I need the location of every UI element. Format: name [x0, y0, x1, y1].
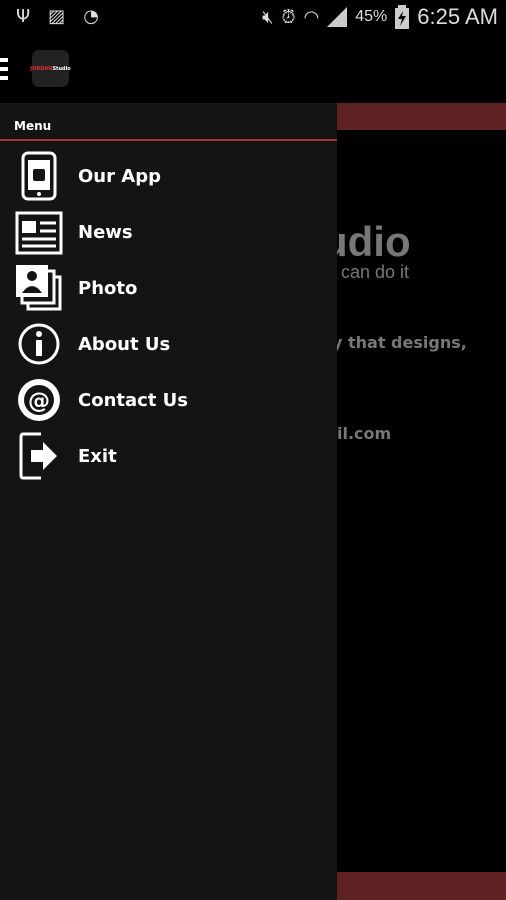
alarm-icon: ⏰︎ [281, 6, 296, 27]
info-icon [13, 318, 65, 370]
image-icon: ▨ [48, 6, 66, 27]
menu-item-photo[interactable]: Photo [0, 260, 337, 316]
menu-item-contact-us[interactable]: @ Contact Us [0, 372, 337, 428]
menu-item-label: About Us [78, 333, 171, 355]
logo-text: JORDAN [30, 65, 53, 72]
wifi-icon: ◠ [303, 6, 320, 27]
svg-text:@: @ [28, 389, 50, 414]
wifi-question-icon: ◔ [83, 6, 99, 27]
clock: 6:25 AM [417, 4, 498, 29]
menu-item-label: Our App [78, 165, 161, 187]
content-body: y that designs, [332, 333, 467, 352]
photos-icon [13, 262, 65, 314]
app-bar: JORDAN Studio [0, 36, 506, 103]
at-sign-icon: @ [13, 374, 65, 426]
mute-icon: 🔇︎ [262, 6, 274, 27]
logo-text-studio: Studio [52, 65, 71, 72]
menu-item-label: Photo [78, 277, 138, 299]
menu-icon[interactable] [0, 58, 8, 80]
menu-item-label: News [78, 221, 133, 243]
navigation-drawer: Menu Our App News Photo About Us @ Conta… [0, 103, 337, 900]
app-logo[interactable]: JORDAN Studio [30, 50, 71, 87]
menu-item-label: Exit [78, 445, 117, 467]
menu-item-exit[interactable]: Exit [0, 428, 337, 484]
newspaper-icon [13, 206, 65, 258]
status-bar: Ψ ▨ ◔ 🔇︎ ⏰︎ ◠ 45% 6:25 AM [0, 0, 506, 36]
signal-icon [327, 7, 348, 27]
content-tagline: can do it [341, 262, 410, 282]
menu-item-our-app[interactable]: Our App [0, 148, 337, 204]
menu-item-label: Contact Us [78, 389, 189, 411]
usb-icon: Ψ [16, 6, 31, 27]
content-email: il.com [337, 424, 392, 443]
battery-charging-icon [395, 5, 410, 29]
android-phone-icon [13, 150, 65, 202]
exit-icon [13, 430, 65, 482]
battery-percent: 45% [355, 8, 388, 25]
menu-item-about-us[interactable]: About Us [0, 316, 337, 372]
drawer-header: Menu [0, 103, 337, 141]
menu-item-news[interactable]: News [0, 204, 337, 260]
